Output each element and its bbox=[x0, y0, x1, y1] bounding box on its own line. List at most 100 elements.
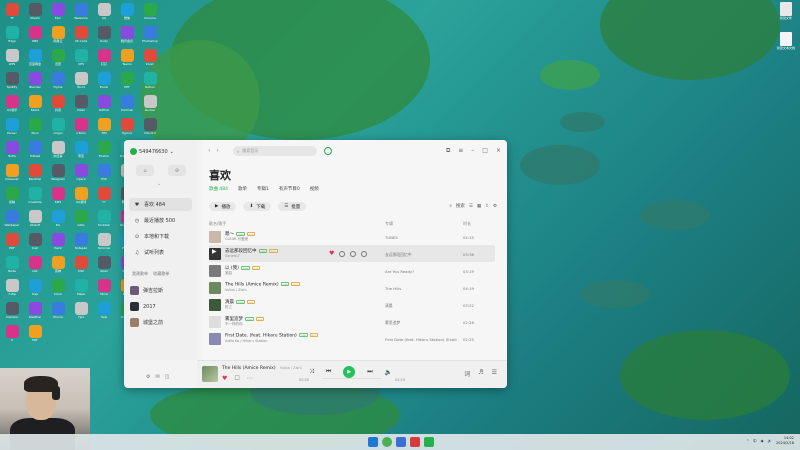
desktop-shortcut-icon[interactable]: Phone bbox=[47, 300, 69, 322]
desktop-shortcut-icon[interactable]: Notion bbox=[139, 70, 161, 92]
desktop-shortcut-icon[interactable]: ToDesk bbox=[24, 139, 46, 161]
download-icon[interactable] bbox=[339, 250, 346, 257]
previous-icon[interactable]: ⏮ bbox=[326, 368, 331, 376]
desktop-shortcut-icon[interactable]: Edge bbox=[1, 24, 23, 46]
desktop-shortcut-icon[interactable]: Parsec bbox=[1, 116, 23, 138]
more-icon[interactable] bbox=[361, 250, 368, 257]
desktop-shortcut-icon[interactable]: Weather bbox=[24, 300, 46, 322]
settings-icon[interactable]: ⚙ bbox=[493, 204, 497, 209]
desktop-shortcut-icon[interactable]: OneNote bbox=[24, 185, 46, 207]
desktop-shortcut-icon[interactable]: 原神 bbox=[47, 254, 69, 276]
skin-icon[interactable]: ◫ bbox=[165, 374, 170, 380]
song-album[interactable]: 清晨 bbox=[385, 303, 393, 309]
playlist-item[interactable]: 城堡之前 bbox=[130, 316, 193, 329]
music-app-taskbar-icon[interactable] bbox=[424, 437, 434, 447]
grid-view-icon[interactable]: ▦ bbox=[477, 204, 481, 209]
search-input[interactable]: ⌕ 搜索音乐 bbox=[233, 146, 317, 156]
mini-mode-icon[interactable]: ⧉ bbox=[446, 147, 450, 155]
song-artist[interactable]: 陈之 bbox=[225, 305, 232, 310]
shuffle-icon[interactable]: ⤨ bbox=[309, 368, 314, 376]
desktop-shortcut-icon[interactable]: TIM bbox=[93, 116, 115, 138]
desktop-shortcut-icon[interactable]: Docker bbox=[139, 93, 161, 115]
desktop-shortcut-icon[interactable]: QQ bbox=[93, 1, 115, 23]
playlist-queue-icon[interactable]: ☰ bbox=[492, 369, 497, 378]
desktop-shortcut-icon[interactable]: GOG bbox=[70, 208, 92, 230]
now-playing-cover[interactable] bbox=[202, 366, 218, 382]
song-artist[interactable]: Sanelk-T bbox=[225, 254, 240, 258]
like-heart-icon[interactable]: ♥ bbox=[222, 375, 227, 382]
desktop-shortcut-icon[interactable]: Typora bbox=[116, 116, 138, 138]
desktop-shortcut-icon[interactable]: Wallpaper bbox=[1, 208, 23, 230]
batch-button[interactable]: ☰ 批量 bbox=[278, 202, 307, 211]
desktop-shortcut-icon[interactable]: Firefox bbox=[93, 139, 115, 161]
desktop-shortcut-icon[interactable]: 网易云 bbox=[47, 24, 69, 46]
account[interactable]: 549476630 ⌄ bbox=[130, 148, 174, 155]
clock[interactable]: 14:02 2024/2/18 bbox=[776, 436, 794, 446]
desktop-shortcut-icon[interactable]: PS5 bbox=[93, 162, 115, 184]
sidebar-item-recent[interactable]: ◷ 最近播放 500 bbox=[129, 214, 192, 227]
mail-icon[interactable]: ✉ bbox=[155, 374, 159, 380]
song-cover[interactable] bbox=[209, 333, 221, 345]
collapse-icon[interactable]: ⌄ bbox=[157, 181, 161, 187]
minimize-icon[interactable]: – bbox=[471, 147, 474, 155]
song-row[interactable]: 清晨 VIP SQ 陈之 清晨 03:22 bbox=[209, 296, 495, 313]
desktop-shortcut-icon[interactable]: GitHub bbox=[93, 93, 115, 115]
input-language[interactable]: 中 bbox=[753, 439, 757, 444]
tab-audio[interactable]: 有声节目0 bbox=[279, 186, 300, 192]
song-title[interactable]: The Hills (Amice Remix) VIP SQ bbox=[225, 282, 300, 288]
desktop-shortcut-icon[interactable]: Calc bbox=[24, 231, 46, 253]
desktop-shortcut-icon[interactable]: Clash bbox=[70, 93, 92, 115]
desktop-shortcut-icon[interactable]: Rockstar bbox=[93, 208, 115, 230]
desktop-shortcut-icon[interactable]: QQ游戏 bbox=[70, 185, 92, 207]
desktop-shortcut-icon[interactable]: Camera bbox=[1, 300, 23, 322]
desktop-shortcut-icon[interactable]: 钉钉 bbox=[93, 47, 115, 69]
desktop-shortcut-icon[interactable]: Store bbox=[93, 277, 115, 299]
play-pause-button[interactable]: ▶ bbox=[343, 366, 356, 378]
song-album[interactable]: TUNES bbox=[385, 235, 398, 240]
song-title[interactable]: First Date. (feat. Hikaru Station) VIP SQ bbox=[225, 333, 318, 339]
header-title[interactable]: 歌名/歌手 bbox=[209, 221, 226, 227]
desktop-shortcut-icon[interactable]: WeGame bbox=[70, 1, 92, 23]
tab-songs[interactable]: 歌曲 484 bbox=[209, 186, 228, 192]
now-playing-title[interactable]: The Hills (Amice Remix) Vuiba / Zishi bbox=[222, 366, 302, 371]
desktop-shortcut-icon[interactable]: 微信 bbox=[116, 1, 138, 23]
desktop-shortcut-icon[interactable]: Node bbox=[1, 254, 23, 276]
desktop-shortcut-icon[interactable]: VS Code bbox=[70, 24, 92, 46]
desktop-shortcut-icon[interactable]: UE5 bbox=[70, 47, 92, 69]
desktop-shortcut-icon[interactable]: Zoom bbox=[139, 47, 161, 69]
song-cover[interactable] bbox=[209, 265, 221, 277]
desktop-shortcut-icon[interactable]: Maps bbox=[70, 277, 92, 299]
song-cover[interactable] bbox=[209, 282, 221, 294]
desktop-shortcut-icon[interactable]: Figma bbox=[47, 70, 69, 92]
desktop-shortcut-icon[interactable]: KMS bbox=[47, 185, 69, 207]
desktop-shortcut-icon[interactable]: Bandizip bbox=[24, 162, 46, 184]
desktop-shortcut-icon[interactable]: CS2 bbox=[70, 254, 92, 276]
desktop-shortcut-icon[interactable]: Tips bbox=[70, 300, 92, 322]
desktop-shortcut-icon[interactable]: Spotify bbox=[1, 70, 23, 92]
settings-icon[interactable]: ⚙ bbox=[146, 374, 150, 380]
song-album[interactable]: 雾里追梦 bbox=[385, 320, 400, 326]
desktop-shortcut-icon[interactable]: Apex bbox=[93, 254, 115, 276]
desktop-shortcut-icon[interactable]: Epic bbox=[47, 1, 69, 23]
song-artist[interactable]: CLEAR 可爱妮 bbox=[225, 237, 248, 242]
desktop-shortcut-icon[interactable]: 腾讯会议 bbox=[116, 24, 138, 46]
tab-collected-playlists[interactable]: 收藏歌单 bbox=[153, 271, 169, 276]
song-album[interactable]: The Hills bbox=[385, 286, 401, 291]
desktop-shortcut-icon[interactable]: Help bbox=[93, 300, 115, 322]
tab-playlists[interactable]: 歌单 bbox=[238, 186, 247, 192]
song-cover[interactable] bbox=[209, 231, 221, 243]
play-all-button[interactable]: ▶ 播放 bbox=[209, 202, 237, 211]
desktop-shortcut-icon[interactable]: 向日葵 bbox=[47, 139, 69, 161]
desktop-shortcut-icon[interactable]: Paint bbox=[47, 231, 69, 253]
desktop-shortcut-icon[interactable]: 百度网盘 bbox=[24, 47, 46, 69]
next-icon[interactable]: ⏭ bbox=[367, 368, 372, 376]
song-album[interactable]: First Date (feat. Hikaru Station) (Expli… bbox=[385, 337, 457, 342]
desktop-shortcut-icon[interactable]: PDF bbox=[24, 323, 46, 345]
like-heart-icon[interactable]: ♥ bbox=[329, 250, 334, 257]
close-icon[interactable]: × bbox=[496, 147, 501, 155]
progress-bar[interactable] bbox=[323, 378, 381, 379]
desktop-shortcut-icon[interactable]: TF bbox=[1, 1, 23, 23]
desktop-shortcut-icon[interactable]: Opera bbox=[70, 162, 92, 184]
play-icon[interactable]: ▶ bbox=[212, 248, 217, 255]
lyrics-icon[interactable]: 词 bbox=[464, 369, 470, 378]
